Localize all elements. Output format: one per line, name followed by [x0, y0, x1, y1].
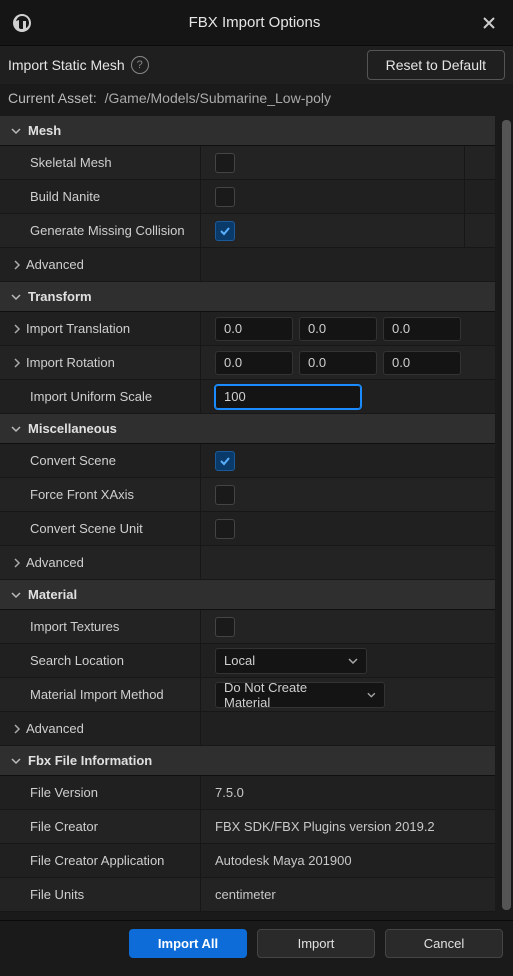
section-title: Fbx File Information [28, 753, 152, 768]
label-advanced: Advanced [26, 555, 84, 570]
input-translation-z[interactable] [383, 317, 461, 341]
input-rotation-x[interactable] [215, 351, 293, 375]
label-force-front-x: Force Front XAxis [30, 487, 134, 502]
import-type-label: Import Static Mesh [8, 57, 125, 73]
row-file-version: File Version 7.5.0 [0, 776, 495, 810]
input-uniform-scale[interactable] [215, 385, 361, 409]
row-mesh-advanced[interactable]: Advanced [0, 248, 495, 282]
subheader: Import Static Mesh ? Reset to Default [0, 46, 513, 84]
checkbox-force-front-x[interactable] [215, 485, 235, 505]
row-uniform-scale: Import Uniform Scale [0, 380, 495, 414]
label-file-version: File Version [30, 785, 98, 800]
row-search-location: Search Location Local [0, 644, 495, 678]
section-header-transform[interactable]: Transform [0, 282, 495, 312]
row-convert-scene: Convert Scene [0, 444, 495, 478]
input-translation-y[interactable] [299, 317, 377, 341]
section-title: Miscellaneous [28, 421, 117, 436]
current-asset-path: /Game/Models/Submarine_Low-poly [105, 90, 331, 106]
value-file-units: centimeter [215, 887, 276, 902]
dropdown-value: Do Not Create Material [224, 680, 339, 710]
current-asset-row: Current Asset: /Game/Models/Submarine_Lo… [0, 84, 513, 116]
section-header-mesh[interactable]: Mesh [0, 116, 495, 146]
input-translation-x[interactable] [215, 317, 293, 341]
dropdown-material-import-method[interactable]: Do Not Create Material [215, 682, 385, 708]
row-misc-advanced[interactable]: Advanced [0, 546, 495, 580]
value-file-version: 7.5.0 [215, 785, 244, 800]
label-advanced: Advanced [26, 721, 84, 736]
label-file-creator: File Creator [30, 819, 98, 834]
input-rotation-y[interactable] [299, 351, 377, 375]
label-convert-scene-unit: Convert Scene Unit [30, 521, 143, 536]
scrollbar[interactable] [502, 120, 511, 910]
chevron-right-icon [10, 724, 24, 734]
section-header-material[interactable]: Material [0, 580, 495, 610]
import-button[interactable]: Import [257, 929, 375, 958]
chevron-down-icon [8, 292, 24, 302]
row-material-advanced[interactable]: Advanced [0, 712, 495, 746]
row-import-translation: Import Translation [0, 312, 495, 346]
checkbox-build-nanite[interactable] [215, 187, 235, 207]
label-import-translation: Import Translation [26, 321, 130, 336]
label-file-creator-app: File Creator Application [30, 853, 164, 868]
chevron-down-icon [8, 756, 24, 766]
checkbox-convert-scene-unit[interactable] [215, 519, 235, 539]
section-title: Mesh [28, 123, 61, 138]
checkbox-convert-scene[interactable] [215, 451, 235, 471]
row-file-creator: File Creator FBX SDK/FBX Plugins version… [0, 810, 495, 844]
checkbox-generate-collision[interactable] [215, 221, 235, 241]
row-import-rotation: Import Rotation [0, 346, 495, 380]
dropdown-value: Local [224, 653, 255, 668]
row-force-front-x: Force Front XAxis [0, 478, 495, 512]
cancel-button[interactable]: Cancel [385, 929, 503, 958]
row-material-import-method: Material Import Method Do Not Create Mat… [0, 678, 495, 712]
label-build-nanite: Build Nanite [30, 189, 100, 204]
chevron-down-icon [348, 656, 358, 666]
help-icon[interactable]: ? [131, 56, 149, 74]
label-convert-scene: Convert Scene [30, 453, 116, 468]
close-button[interactable] [475, 9, 503, 37]
checkbox-skeletal-mesh[interactable] [215, 153, 235, 173]
app-logo-icon [10, 11, 34, 35]
titlebar: FBX Import Options [0, 0, 513, 46]
current-asset-label: Current Asset: [8, 90, 97, 106]
section-header-fileinfo[interactable]: Fbx File Information [0, 746, 495, 776]
import-all-button[interactable]: Import All [129, 929, 247, 958]
label-search-location: Search Location [30, 653, 124, 668]
label-material-import-method: Material Import Method [30, 687, 164, 702]
label-generate-collision: Generate Missing Collision [30, 223, 185, 238]
row-build-nanite: Build Nanite [0, 180, 495, 214]
checkbox-import-textures[interactable] [215, 617, 235, 637]
section-header-misc[interactable]: Miscellaneous [0, 414, 495, 444]
value-file-creator: FBX SDK/FBX Plugins version 2019.2 [215, 819, 435, 834]
properties-scroll-area: Mesh Skeletal Mesh Build Nanite Generate… [0, 116, 513, 920]
row-import-textures: Import Textures [0, 610, 495, 644]
chevron-right-icon [10, 324, 24, 334]
dropdown-search-location[interactable]: Local [215, 648, 367, 674]
section-title: Material [28, 587, 77, 602]
row-skeletal-mesh: Skeletal Mesh [0, 146, 495, 180]
label-uniform-scale: Import Uniform Scale [30, 389, 152, 404]
reset-to-default-button[interactable]: Reset to Default [367, 50, 505, 80]
chevron-right-icon [10, 558, 24, 568]
window-title: FBX Import Options [34, 14, 475, 31]
row-convert-scene-unit: Convert Scene Unit [0, 512, 495, 546]
label-import-rotation: Import Rotation [26, 355, 115, 370]
input-rotation-z[interactable] [383, 351, 461, 375]
chevron-down-icon [8, 590, 24, 600]
chevron-down-icon [8, 424, 24, 434]
row-generate-collision: Generate Missing Collision [0, 214, 495, 248]
label-import-textures: Import Textures [30, 619, 119, 634]
footer: Import All Import Cancel [0, 920, 513, 966]
value-file-creator-app: Autodesk Maya 201900 [215, 853, 352, 868]
row-file-units: File Units centimeter [0, 878, 495, 912]
label-file-units: File Units [30, 887, 84, 902]
chevron-down-icon [8, 126, 24, 136]
chevron-down-icon [367, 690, 376, 700]
label-skeletal-mesh: Skeletal Mesh [30, 155, 112, 170]
chevron-right-icon [10, 260, 24, 270]
row-file-creator-app: File Creator Application Autodesk Maya 2… [0, 844, 495, 878]
chevron-right-icon [10, 358, 24, 368]
label-advanced: Advanced [26, 257, 84, 272]
section-title: Transform [28, 289, 92, 304]
